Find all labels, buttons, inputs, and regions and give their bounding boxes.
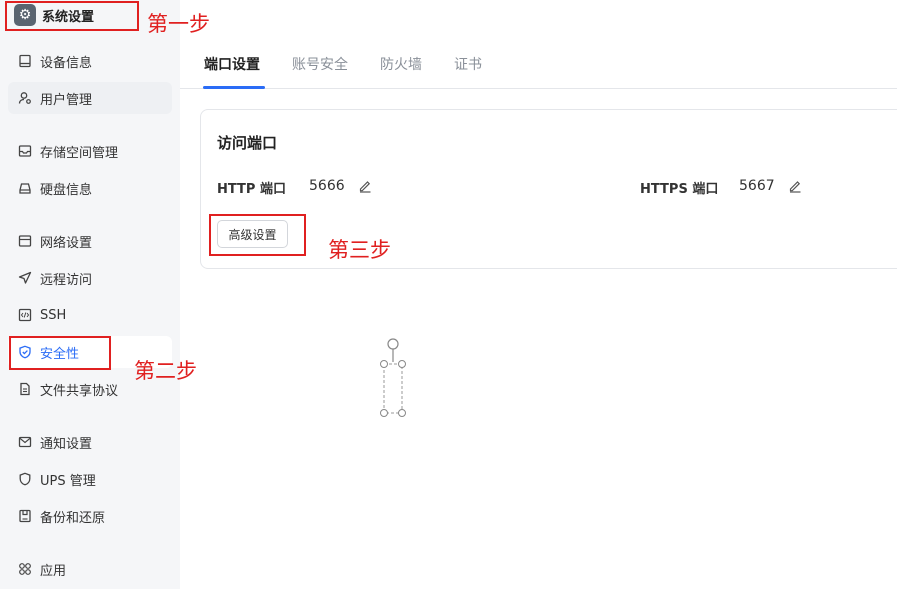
annotation-box-step2 (9, 336, 111, 370)
edit-icon[interactable] (358, 179, 372, 193)
device-icon (18, 54, 32, 68)
mail-icon (18, 435, 32, 449)
annotation-step3: 第三步 (328, 238, 391, 262)
sidebar-item-label: 网络设置 (40, 235, 93, 251)
sidebar-item-label: 设备信息 (40, 55, 93, 71)
sidebar-item-label: 应用 (40, 563, 67, 579)
code-icon (18, 308, 32, 322)
sidebar-item-user-management[interactable]: 用户管理 (8, 82, 172, 114)
disk-icon (18, 181, 32, 195)
sidebar-item-backup[interactable]: 备份和还原 (8, 500, 172, 532)
sidebar: ⚙ 系统设置 设备信息 用户管理 存储空间管理 硬盘信息 网络设置 远程访问 S… (0, 0, 180, 589)
annotation-box-step3 (209, 214, 306, 256)
backup-icon (18, 509, 32, 523)
active-tab-indicator (203, 86, 265, 89)
tab-bar: 端口设置 账号安全 防火墙 证书 (180, 37, 897, 89)
user-icon (18, 91, 32, 105)
sidebar-item-label: 通知设置 (40, 436, 93, 452)
selection-handle[interactable] (376, 335, 408, 421)
sidebar-item-label: 存储空间管理 (40, 145, 119, 161)
main-panel: 端口设置 账号安全 防火墙 证书 访问端口 HTTP 端口 5666 HTTPS… (180, 37, 897, 589)
annotation-step2: 第二步 (134, 359, 197, 383)
sidebar-item-label: UPS 管理 (40, 473, 96, 489)
sidebar-item-remote-access[interactable]: 远程访问 (8, 262, 172, 294)
sidebar-item-label: 硬盘信息 (40, 182, 93, 198)
https-port-label: HTTPS 端口 (640, 182, 719, 197)
tab-port-settings[interactable]: 端口设置 (204, 54, 260, 74)
http-port-value: 5666 (309, 178, 345, 194)
storage-icon (18, 144, 32, 158)
sidebar-item-label: 备份和还原 (40, 510, 106, 526)
http-port-label: HTTP 端口 (217, 182, 286, 197)
edit-icon[interactable] (788, 179, 802, 193)
card-title: 访问端口 (217, 134, 278, 152)
network-icon (18, 234, 32, 248)
tab-certificate[interactable]: 证书 (454, 54, 482, 74)
annotation-box-step1 (5, 1, 139, 31)
send-icon (18, 271, 32, 285)
sidebar-item-disk-info[interactable]: 硬盘信息 (8, 172, 172, 204)
sidebar-item-storage[interactable]: 存储空间管理 (8, 135, 172, 167)
sidebar-item-ups[interactable]: UPS 管理 (8, 463, 172, 495)
sidebar-item-label: 远程访问 (40, 272, 93, 288)
apps-icon (18, 562, 32, 576)
tab-firewall[interactable]: 防火墙 (380, 54, 422, 74)
ups-icon (18, 472, 32, 486)
sidebar-item-label: 文件共享协议 (40, 383, 119, 399)
sidebar-item-device-info[interactable]: 设备信息 (8, 45, 172, 77)
tab-account-security[interactable]: 账号安全 (292, 54, 348, 74)
https-port-value: 5667 (739, 178, 775, 194)
sidebar-item-label: 用户管理 (40, 92, 93, 108)
sidebar-item-label: SSH (40, 307, 67, 323)
sidebar-item-ssh[interactable]: SSH (8, 299, 172, 331)
sidebar-item-apps[interactable]: 应用 (8, 553, 172, 585)
sidebar-item-network[interactable]: 网络设置 (8, 225, 172, 257)
sidebar-item-notifications[interactable]: 通知设置 (8, 426, 172, 458)
annotation-step1: 第一步 (147, 12, 210, 36)
file-icon (18, 382, 32, 396)
